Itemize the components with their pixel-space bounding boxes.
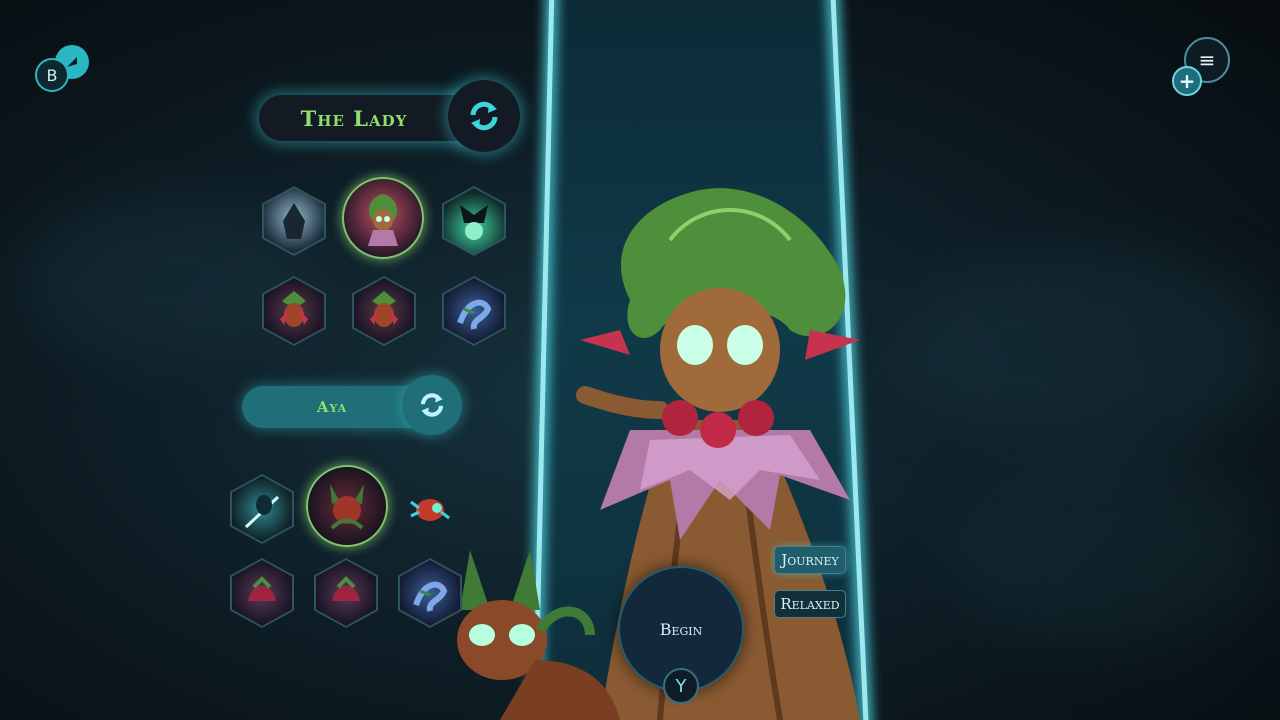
relaxed-label: Relaxed [780,595,840,613]
plus-icon: + [1178,69,1196,93]
portrait-aya-selected[interactable] [306,465,388,547]
portrait-the-lady-selected[interactable] [342,177,424,259]
character-name: The Lady [300,105,408,131]
menu-icon: ≡ [1198,48,1216,72]
profile-letter: B [46,65,58,85]
controller-y-hint: Y [663,668,699,704]
spear-hunter-icon [244,495,280,529]
crimson-beast-icon [332,576,360,601]
red-critter-icon [410,499,450,521]
companion-swap-button[interactable] [402,375,462,435]
portrait-red-critter[interactable] [400,476,460,542]
aya-icon [330,484,364,530]
relaxed-mode-button[interactable]: Relaxed [774,590,846,618]
add-button[interactable]: + [1172,66,1202,96]
serpent-icon [457,299,492,330]
berry-sprite-icon [280,291,308,327]
fox-companion-illustration [457,550,620,720]
y-button-icon: Y [675,675,687,697]
journey-label: Journey [781,551,839,569]
character-swap-button[interactable] [448,80,520,152]
orb-spirit-icon [460,205,488,240]
crimson-beast-icon [248,576,276,601]
fog-patch [900,250,1280,450]
top-left-profile-button[interactable]: B [35,58,69,92]
journey-mode-button[interactable]: Journey [774,546,846,574]
berry-sprite-icon [370,291,398,327]
swap-icon [470,101,498,131]
swap-icon [420,393,444,417]
begin-label: Begin [659,619,703,639]
wraith-icon [283,203,305,239]
fog-patch [950,450,1270,650]
serpent-icon [413,581,448,612]
lady-icon [368,194,398,246]
companion-name: Aya [316,398,348,416]
